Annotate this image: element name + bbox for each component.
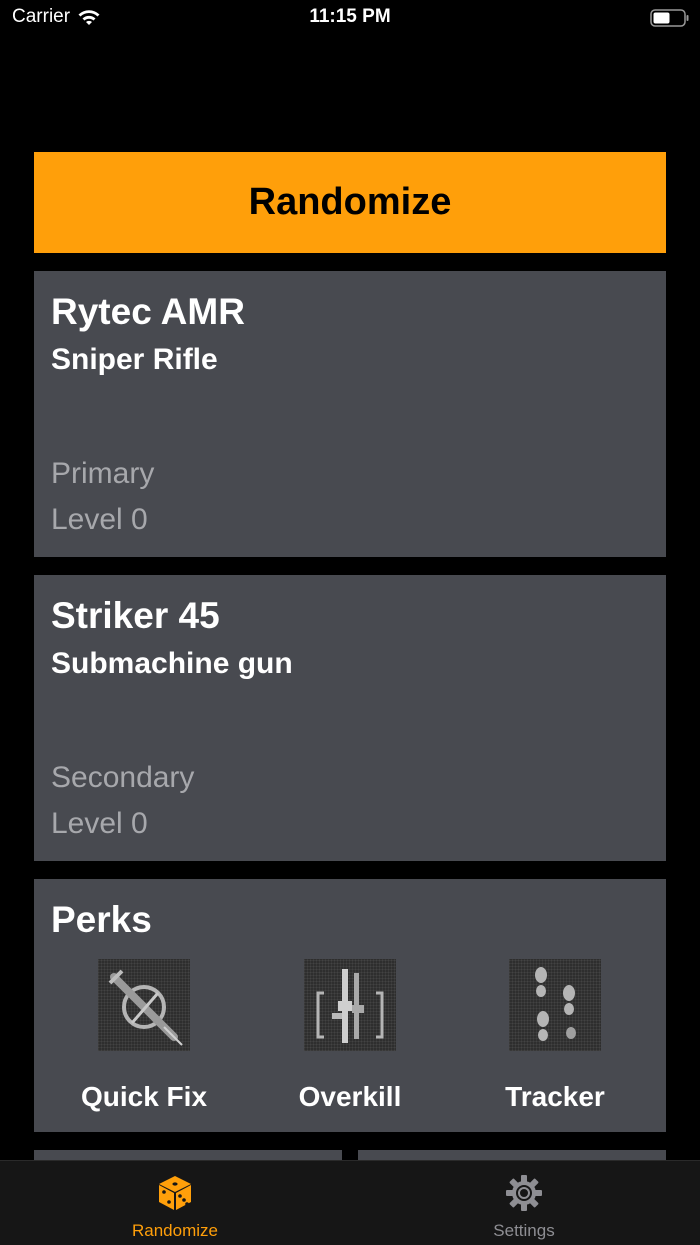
secondary-weapon-level: Level 0	[51, 807, 148, 840]
perk-tracker: Tracker	[455, 959, 655, 1113]
perk-quick-fix: Quick Fix	[44, 959, 244, 1113]
perk-label: Quick Fix	[80, 1081, 208, 1112]
rifles-icon	[304, 959, 396, 1051]
tab-label: Settings	[493, 1221, 555, 1240]
secondary-weapon-slot: Secondary	[51, 761, 195, 794]
battery-icon	[650, 9, 689, 27]
dice-icon	[159, 1176, 191, 1210]
randomize-button[interactable]: Randomize	[34, 152, 666, 253]
secondary-weapon-name: Striker 45	[51, 595, 220, 636]
secondary-weapon-type: Submachine gun	[51, 647, 293, 680]
tab-randomize[interactable]: Randomize	[75, 1173, 275, 1241]
syringe-icon	[98, 959, 190, 1051]
tab-bar: Randomize Settings	[0, 1160, 700, 1245]
primary-weapon-type: Sniper Rifle	[51, 343, 218, 376]
perk-label: Tracker	[505, 1081, 605, 1112]
footprints-icon	[509, 959, 601, 1051]
clock: 11:15 PM	[309, 6, 391, 27]
primary-weapon-card: Rytec AMR Sniper Rifle Primary Level 0	[34, 271, 666, 557]
primary-weapon-level: Level 0	[51, 503, 148, 536]
perk-label: Overkill	[298, 1081, 402, 1112]
perks-title: Perks	[51, 899, 152, 940]
secondary-weapon-card: Striker 45 Submachine gun Secondary Leve…	[34, 575, 666, 861]
primary-weapon-name: Rytec AMR	[51, 291, 245, 332]
tab-label: Randomize	[132, 1221, 218, 1240]
status-bar: Carrier 11:15 PM	[0, 0, 700, 40]
gear-icon	[506, 1175, 542, 1211]
primary-weapon-slot: Primary	[51, 457, 155, 490]
tab-settings[interactable]: Settings	[424, 1173, 624, 1241]
perk-overkill: Overkill	[250, 959, 450, 1113]
perks-card: Perks Quick Fix Overkill Tracker	[34, 879, 666, 1132]
